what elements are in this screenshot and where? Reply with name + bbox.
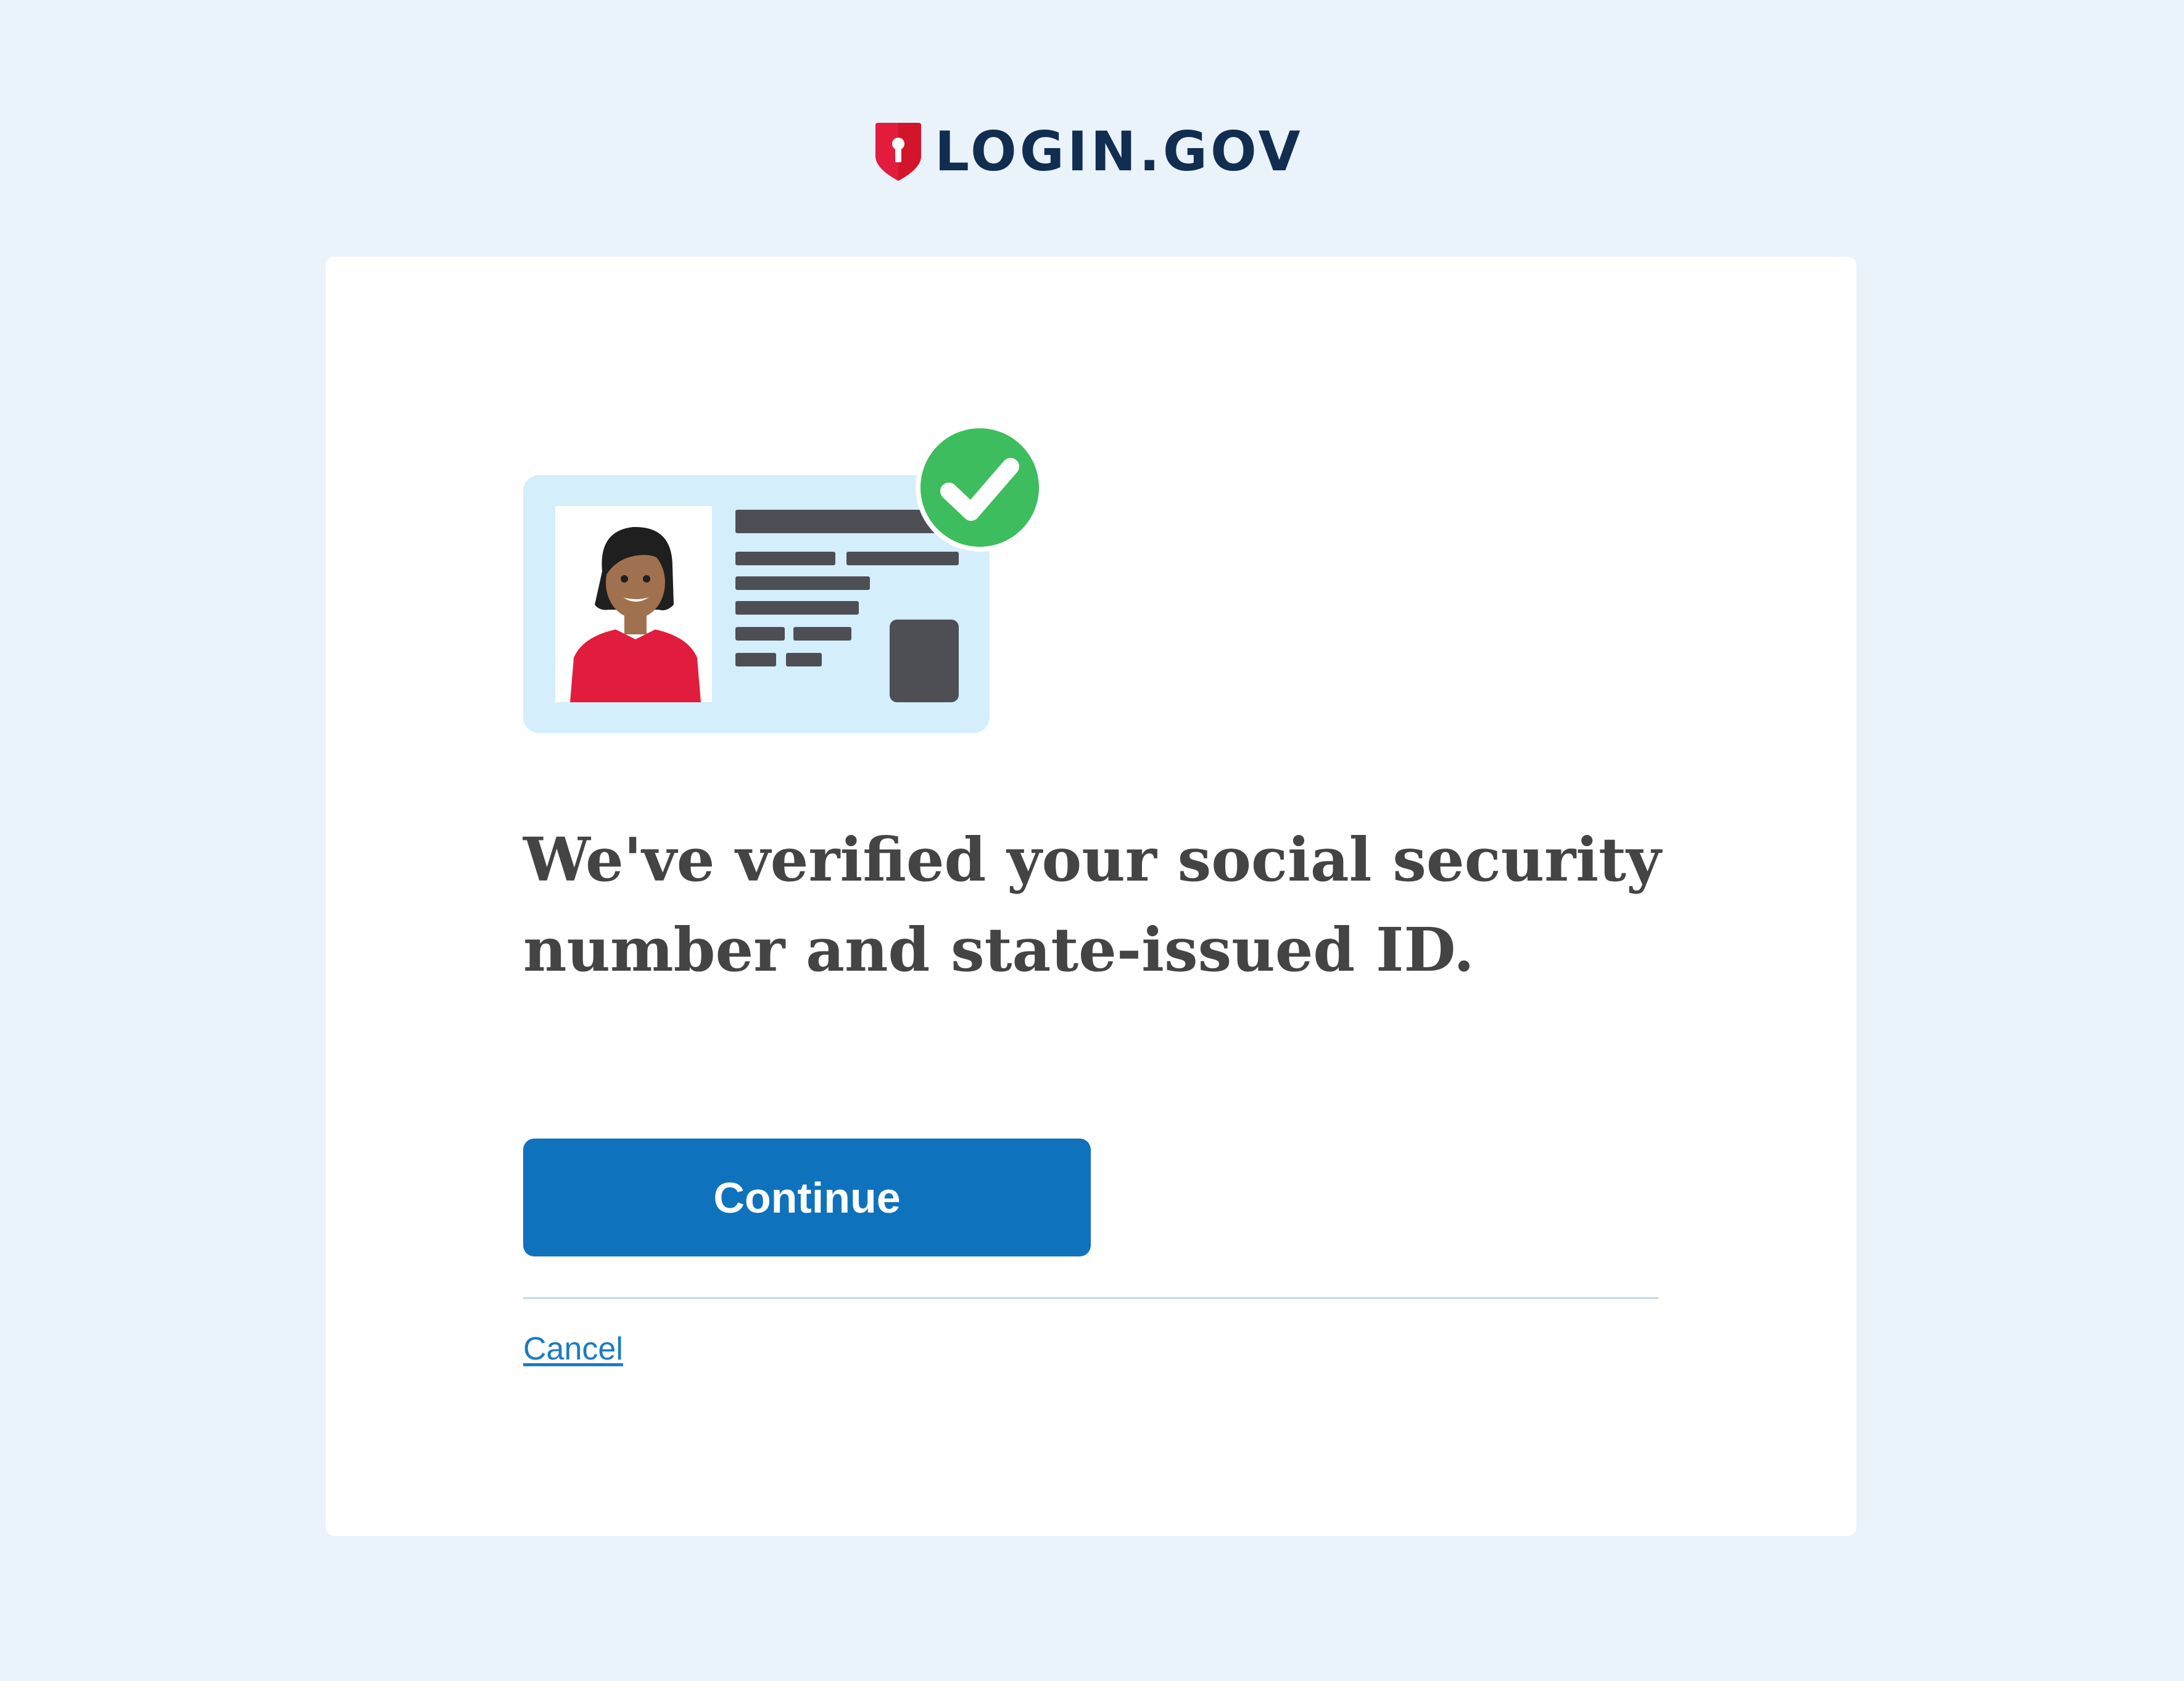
verified-id-illustration [523, 423, 1044, 733]
login-gov-logo[interactable]: LOGIN.GOV [874, 121, 1304, 183]
brand-wordmark: LOGIN.GOV [935, 120, 1304, 183]
continue-button[interactable]: Continue [523, 1139, 1091, 1256]
cancel-link[interactable]: Cancel [523, 1330, 623, 1368]
page-heading: We've verified your social security numb… [523, 824, 1661, 985]
verification-card: We've verified your social security numb… [326, 257, 1856, 1536]
id-card-icon [523, 475, 990, 733]
check-circle-icon [916, 423, 1044, 552]
divider [523, 1297, 1658, 1299]
shield-keyhole-icon [875, 123, 921, 181]
